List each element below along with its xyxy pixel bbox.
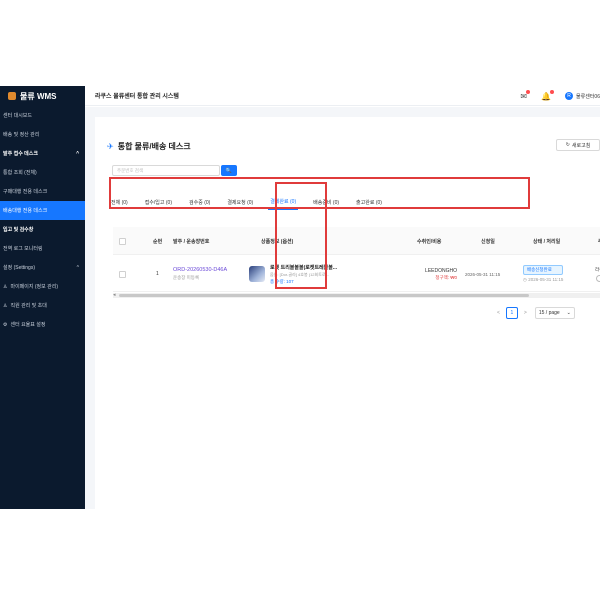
- scroll-left-icon[interactable]: ◂: [113, 292, 116, 298]
- sidebar-item-dashboard[interactable]: 센터 대시보드: [0, 106, 85, 125]
- team-icon: ♙: [3, 302, 8, 309]
- search-input[interactable]: 주문번호 검색: [112, 165, 220, 176]
- row-index: 1: [156, 271, 159, 277]
- sidebar: 물류 WMS 센터 대시보드 배송 및 정산 관리 발주 접수 데스크 ^ 통합 …: [0, 86, 85, 509]
- main-content: ✈ 통합 물류/배송 데스크 ↻ 새로고침 주문번호 검색 🔍 전체 (0) 접…: [85, 107, 600, 509]
- box-icon: [8, 92, 16, 100]
- airplane-icon: ✈: [107, 142, 114, 151]
- sidebar-item-all-orders[interactable]: 통합 조회 (전체): [0, 163, 85, 182]
- pagination: < 1 > 15 / page ⌄: [497, 307, 575, 319]
- next-page-button[interactable]: >: [524, 310, 527, 316]
- user-name: 물류센터06: [576, 93, 600, 100]
- receiver-name: LEEDONGHO: [425, 267, 457, 274]
- sidebar-item-inbound-inspection[interactable]: 입고 및 검수창: [0, 220, 85, 239]
- bell-icon[interactable]: 🔔: [541, 89, 555, 101]
- sidebar-item-shipping-settlement[interactable]: 배송 및 정산 관리: [0, 125, 85, 144]
- column-header-order: 발주 / 운송장번호: [173, 238, 210, 245]
- status-date: ◷ 2026-05-31 11:15: [523, 277, 564, 282]
- search-icon: 🔍: [225, 167, 233, 174]
- content-card: ✈ 통합 물류/배송 데스크 ↻ 새로고침 주문번호 검색 🔍 전체 (0) 접…: [95, 117, 600, 509]
- notification-dot: [526, 89, 531, 94]
- table-header: 순번 발주 / 운송장번호 상품정보 (옵션) 수취인/비용 신청일 상태 / …: [113, 227, 600, 255]
- chevron-up-icon: ^: [76, 264, 79, 271]
- column-header-index: 순번: [153, 238, 163, 245]
- chevron-down-icon: ⌄: [566, 310, 571, 316]
- user-menu[interactable]: R 물류센터06: [565, 92, 600, 100]
- status-cell: 배송신청완료 ◷ 2026-05-31 11:15: [523, 256, 564, 292]
- sidebar-item-staff[interactable]: ♙ 직원 관리 및 초대: [0, 296, 85, 315]
- brand-logo[interactable]: 물류 WMS: [0, 86, 85, 106]
- notification-dot: [550, 89, 555, 94]
- product-thumbnail: [249, 266, 265, 282]
- select-all-checkbox[interactable]: [119, 227, 126, 255]
- cost-amount: 청구액: ₩0: [435, 274, 457, 280]
- page-size-select[interactable]: 15 / page ⌄: [534, 307, 575, 319]
- top-header: 라쿠스 물류센터 통합 관리 시스템 ✉ 🔔 R 물류센터06: [85, 86, 600, 106]
- refresh-icon: ↻: [565, 142, 570, 148]
- tracking-status: 운송장 미등록: [173, 275, 200, 280]
- column-highlight-box: [275, 182, 327, 289]
- avatar: R: [565, 92, 574, 100]
- brand-name: 물류 WMS: [20, 91, 57, 101]
- mail-icon[interactable]: ✉: [520, 89, 531, 101]
- page-title: ✈ 통합 물류/배송 데스크: [107, 142, 191, 151]
- order-cell: ORD-20260530-D46A 운송장 미등록: [173, 256, 227, 292]
- chevron-up-icon: ^: [76, 150, 79, 157]
- table-row[interactable]: 1 ORD-20260530-D46A 운송장 미등록 로켓 트리볼볼볼(로켓트…: [113, 256, 600, 292]
- page-number-1[interactable]: 1: [505, 307, 518, 319]
- gear-icon: ⚙: [3, 321, 8, 328]
- order-number-link[interactable]: ORD-20260530-D46A: [173, 267, 227, 273]
- scrollbar-thumb[interactable]: [119, 294, 529, 297]
- column-header-apply-date: 신청일: [481, 238, 495, 245]
- apply-date: 2026-05-31 11:15: [465, 271, 501, 277]
- order-action-cell: 라쿠: [595, 256, 600, 292]
- checkbox[interactable]: [119, 237, 126, 245]
- search-button[interactable]: 🔍: [221, 165, 237, 176]
- refresh-button[interactable]: ↻ 새로고침: [556, 139, 600, 151]
- sidebar-group-settings[interactable]: 설정 (Settings) ^: [0, 258, 85, 277]
- app-title: 라쿠스 물류센터 통합 관리 시스템: [95, 94, 179, 100]
- checkbox[interactable]: [119, 270, 126, 278]
- sidebar-item-rate-settings[interactable]: ⚙ 센터 요율표 설정: [0, 315, 85, 334]
- order-radio[interactable]: [595, 274, 600, 282]
- receiver-cell: LEEDONGHO 청구액: ₩0: [411, 256, 457, 292]
- sidebar-item-log-monitoring[interactable]: 전역 로그 모니터링: [0, 239, 85, 258]
- order-action-text: 라쿠: [595, 266, 600, 272]
- sidebar-item-mypage[interactable]: ♙ 마이페이지 (정보 관리): [0, 277, 85, 296]
- sidebar-item-purchase-desk[interactable]: 구매대행 전용 데스크: [0, 182, 85, 201]
- status-badge: 배송신청완료: [523, 265, 564, 275]
- horizontal-scrollbar[interactable]: ◂ ▸: [113, 292, 600, 298]
- column-header-receiver: 수취인/비용: [417, 238, 442, 245]
- sidebar-group-order-desk[interactable]: 발주 접수 데스크 ^: [0, 144, 85, 163]
- column-header-status: 상태 / 처리일: [533, 238, 561, 245]
- prev-page-button[interactable]: <: [497, 310, 500, 316]
- row-checkbox[interactable]: [119, 256, 126, 292]
- sidebar-item-delivery-desk[interactable]: 배송대행 전용 데스크: [0, 201, 85, 220]
- user-icon: ♙: [3, 283, 8, 290]
